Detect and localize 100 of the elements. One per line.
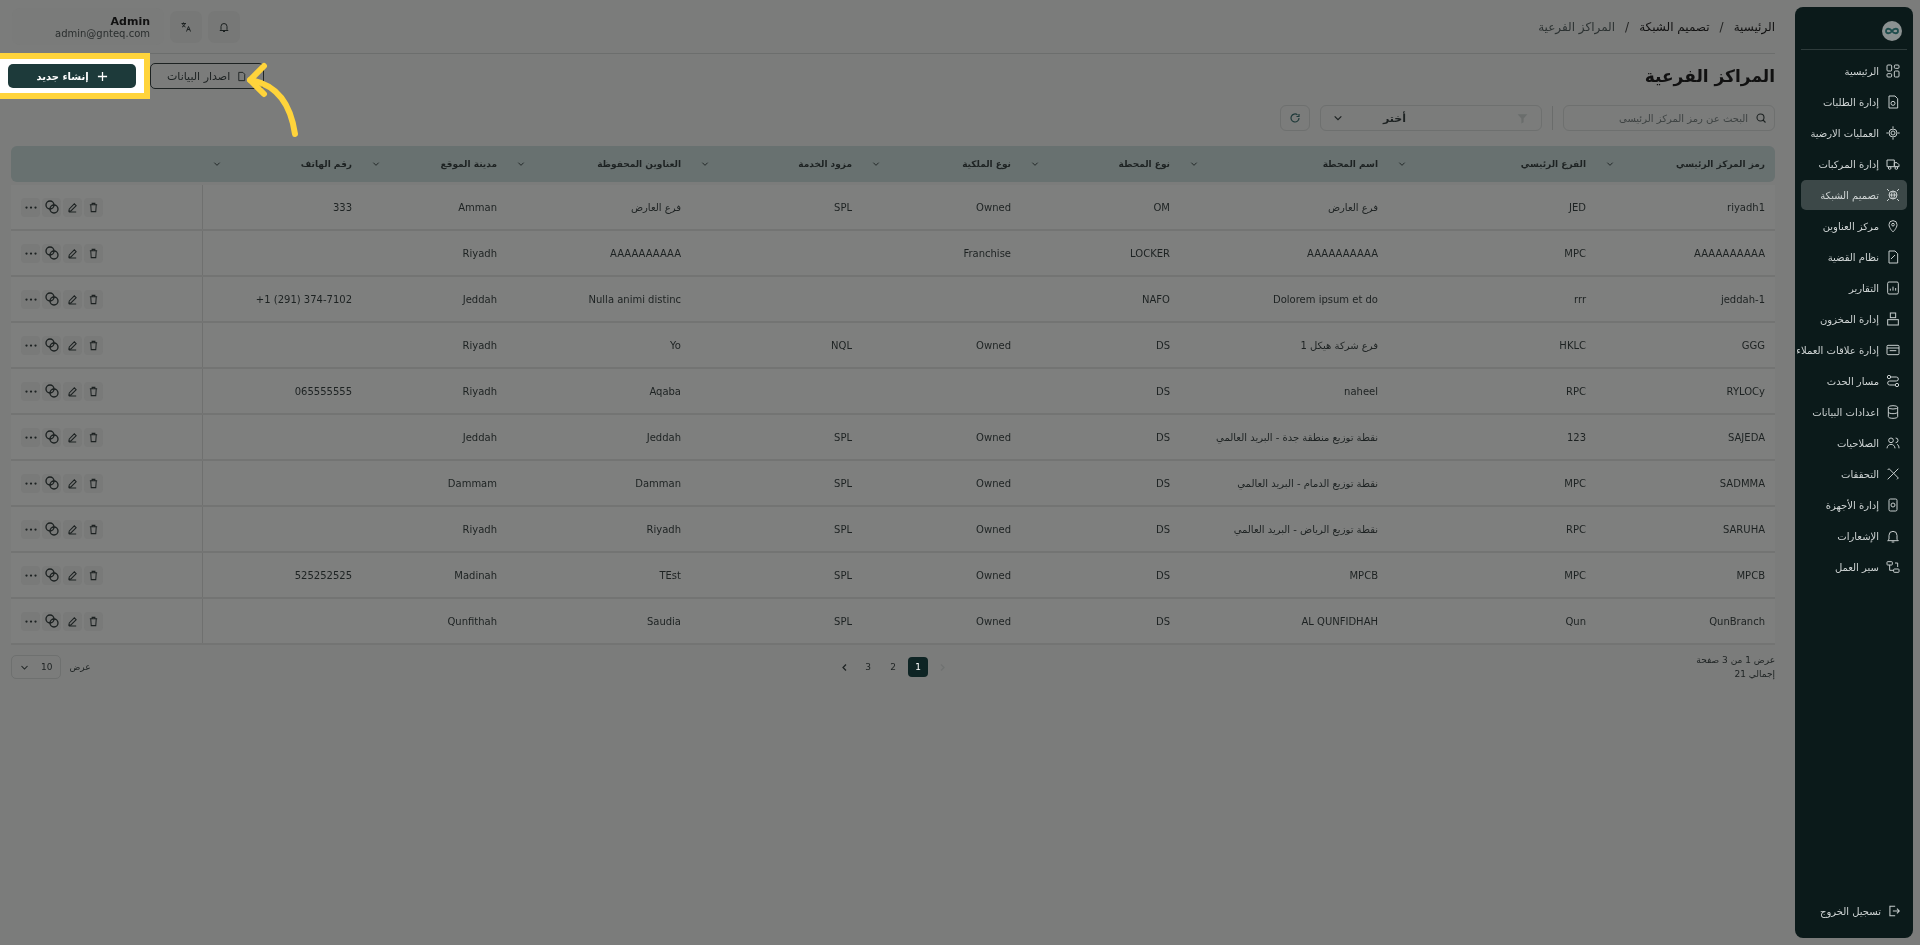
sidebar-item[interactable]: مركز العناوين xyxy=(1801,211,1907,241)
more-button[interactable] xyxy=(21,519,40,539)
chevron-down-icon xyxy=(872,160,880,168)
edit-button[interactable] xyxy=(63,611,82,631)
table-cell: jeddah-1 xyxy=(1720,293,1765,305)
table-cell: MPCB xyxy=(1736,569,1765,581)
pencil-icon xyxy=(67,247,78,259)
edit-button[interactable] xyxy=(63,335,82,355)
notifications-button[interactable] xyxy=(208,10,240,43)
page-button[interactable]: 1 xyxy=(908,657,928,677)
page-size-select[interactable]: 10 xyxy=(11,655,62,679)
edit-button[interactable] xyxy=(63,565,82,585)
breadcrumb-link[interactable]: تصميم الشبكة xyxy=(1639,19,1710,34)
edit-button[interactable] xyxy=(63,197,82,217)
table-cell: Amman xyxy=(458,201,497,213)
table-cell: Owned xyxy=(976,615,1011,627)
translate-button[interactable] xyxy=(170,10,202,43)
card-icon xyxy=(1885,342,1901,358)
create-button[interactable]: إنشاء جديد xyxy=(8,64,136,88)
delete-button[interactable] xyxy=(84,381,103,401)
more-button[interactable] xyxy=(21,243,40,263)
table-cell: 065555555 xyxy=(294,385,352,397)
edit-button[interactable] xyxy=(63,427,82,447)
sidebar-item[interactable]: نظام القضية xyxy=(1801,242,1907,272)
edit-button[interactable] xyxy=(63,381,82,401)
user-email: admin@gnteq.com xyxy=(55,27,150,39)
pencil-icon xyxy=(67,201,78,213)
more-button[interactable] xyxy=(21,381,40,401)
more-button[interactable] xyxy=(21,289,40,309)
table-cell: DS xyxy=(1155,339,1170,351)
link-button[interactable] xyxy=(42,335,61,355)
link-button[interactable] xyxy=(42,611,61,631)
table-cell: Saudia xyxy=(646,615,681,627)
link-button[interactable] xyxy=(42,197,61,217)
sidebar-item[interactable]: سير العمل xyxy=(1801,552,1907,582)
table-cell: GGG xyxy=(1741,339,1765,351)
table-cell: AAAAAAAAAA xyxy=(610,247,681,259)
delete-button[interactable] xyxy=(84,335,103,355)
chevron-down-icon xyxy=(1031,160,1039,168)
sidebar-item[interactable]: إدارة المركبات xyxy=(1801,149,1907,179)
trash-icon xyxy=(88,385,99,397)
sidebar-item[interactable]: العمليات الارضية xyxy=(1801,118,1907,148)
sidebar-item[interactable]: الصلاحيات xyxy=(1801,428,1907,458)
pencil-icon xyxy=(67,431,78,443)
linked-circles-icon xyxy=(43,245,60,261)
delete-button[interactable] xyxy=(84,427,103,447)
link-button[interactable] xyxy=(42,243,61,263)
page-button[interactable]: 3 xyxy=(858,657,878,677)
sidebar-item[interactable]: اعدادات البيانات xyxy=(1801,397,1907,427)
refresh-button[interactable] xyxy=(1280,105,1310,131)
sidebar-item[interactable]: الرئيسية xyxy=(1801,56,1907,86)
sidebar-item[interactable]: إدارة المخزون xyxy=(1801,304,1907,334)
delete-button[interactable] xyxy=(84,243,103,263)
delete-button[interactable] xyxy=(84,473,103,493)
sidebar-item[interactable]: إدارة الطلبات xyxy=(1801,87,1907,117)
plus-icon xyxy=(96,70,108,82)
more-button[interactable] xyxy=(21,611,40,631)
more-button[interactable] xyxy=(21,427,40,447)
chevron-down-icon xyxy=(1606,160,1614,168)
page-button[interactable]: 2 xyxy=(883,657,903,677)
more-button[interactable] xyxy=(21,473,40,493)
sidebar-item[interactable]: مسار الحدث xyxy=(1801,366,1907,396)
table-cell: JED xyxy=(1569,201,1586,213)
edit-button[interactable] xyxy=(63,519,82,539)
link-button[interactable] xyxy=(42,473,61,493)
logout-button[interactable]: تسجيل الخروج xyxy=(1801,900,1907,922)
link-button[interactable] xyxy=(42,565,61,585)
delete-button[interactable] xyxy=(84,289,103,309)
sidebar-item[interactable]: الإشعارات xyxy=(1801,521,1907,551)
trash-icon xyxy=(88,201,99,213)
grid-icon xyxy=(1885,63,1901,79)
table-cell: نقطة توزيع الدمام - البريد العالمي xyxy=(1237,477,1378,489)
sidebar-item[interactable]: تصميم الشبكة xyxy=(1801,180,1907,210)
edit-button[interactable] xyxy=(63,473,82,493)
delete-button[interactable] xyxy=(84,611,103,631)
sidebar-item[interactable]: التقارير xyxy=(1801,273,1907,303)
link-button[interactable] xyxy=(42,519,61,539)
filter-select[interactable]: أختر xyxy=(1320,105,1542,131)
linked-circles-icon xyxy=(43,383,60,399)
delete-button[interactable] xyxy=(84,565,103,585)
export-button[interactable]: اصدار البيانات xyxy=(150,63,265,89)
delete-button[interactable] xyxy=(84,197,103,217)
link-button[interactable] xyxy=(42,427,61,447)
table-cell: Jeddah xyxy=(646,431,681,443)
pencil-icon xyxy=(67,385,78,397)
pencil-icon xyxy=(67,477,78,489)
table-cell: DS xyxy=(1155,431,1170,443)
link-button[interactable] xyxy=(42,381,61,401)
more-button[interactable] xyxy=(21,335,40,355)
edit-button[interactable] xyxy=(63,289,82,309)
breadcrumb-link[interactable]: الرئيسية xyxy=(1733,19,1775,34)
edit-button[interactable] xyxy=(63,243,82,263)
search-field[interactable]: البحث عن رمز المركز الرئيسي xyxy=(1563,105,1775,131)
delete-button[interactable] xyxy=(84,519,103,539)
sidebar-item[interactable]: إدارة الأجهزة xyxy=(1801,490,1907,520)
table-cell: 525252525 xyxy=(294,569,352,581)
more-button[interactable] xyxy=(21,565,40,585)
more-button[interactable] xyxy=(21,197,40,217)
sidebar-item[interactable]: التحققات xyxy=(1801,459,1907,489)
link-button[interactable] xyxy=(42,289,61,309)
